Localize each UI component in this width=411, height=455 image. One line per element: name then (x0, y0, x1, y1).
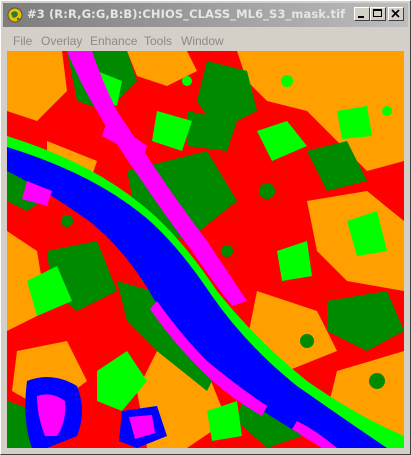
image-window: #3 (R:R,G:G,B:B):CHIOS_CLASS_ML6_S3_mask… (0, 0, 411, 455)
window-title: #3 (R:R,G:G,B:B):CHIOS_CLASS_ML6_S3_mask… (27, 7, 346, 21)
globe-icon[interactable] (7, 7, 23, 23)
minimize-button[interactable] (354, 7, 370, 21)
menu-tools[interactable]: Tools (144, 34, 172, 48)
close-icon (391, 9, 400, 18)
classification-image[interactable] (7, 51, 404, 448)
menu-bar: File Overlay Enhance Tools Window (3, 31, 408, 51)
minimize-icon (358, 16, 364, 18)
menu-overlay[interactable]: Overlay (41, 34, 82, 48)
menu-file[interactable]: File (13, 34, 32, 48)
maximize-button[interactable] (370, 7, 386, 21)
menu-window[interactable]: Window (181, 34, 224, 48)
maximize-icon (373, 9, 382, 17)
menu-enhance[interactable]: Enhance (90, 34, 137, 48)
title-bar[interactable]: #3 (R:R,G:G,B:B):CHIOS_CLASS_ML6_S3_mask… (3, 3, 408, 27)
close-button[interactable] (388, 7, 404, 21)
